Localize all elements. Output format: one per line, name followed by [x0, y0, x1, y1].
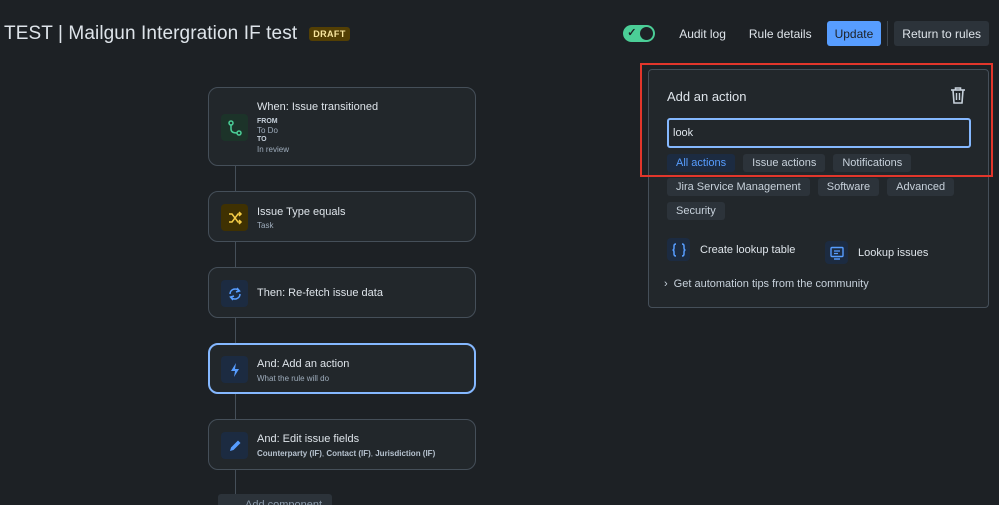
to-value: In review	[257, 145, 290, 154]
rule-enabled-toggle[interactable]: ✓	[623, 25, 656, 42]
highlight-annotation	[640, 63, 993, 177]
pencil-icon	[221, 432, 248, 459]
tips-label: Get automation tips from the community	[673, 278, 869, 290]
update-button[interactable]: Update	[826, 21, 882, 46]
status-badge: DRAFT	[309, 27, 350, 41]
braces-icon	[667, 238, 690, 261]
from-label: FROM	[257, 118, 278, 125]
title-row: TEST | Mailgun Intergration IF test DRAF…	[4, 22, 350, 46]
field-name: Contact (IF)	[326, 449, 371, 458]
flow-connector	[235, 318, 236, 343]
screen-search-icon	[825, 241, 848, 264]
lightning-icon	[221, 356, 248, 383]
category-chip-jira-service-management[interactable]: Jira Service Management	[667, 178, 810, 196]
flow-connector	[235, 394, 236, 419]
node-subtitle: What the rule will do	[257, 374, 330, 383]
branch-icon	[221, 114, 248, 141]
refresh-icon	[221, 280, 248, 307]
to-label: TO	[257, 136, 267, 143]
header-divider	[887, 21, 889, 46]
action-node-edit-fields[interactable]: And: Edit issue fields Counterparty (IF)…	[208, 419, 476, 470]
return-to-rules-button[interactable]: Return to rules	[894, 21, 989, 46]
node-fields: Counterparty (IF), Contact (IF), Jurisdi…	[257, 449, 436, 458]
from-value: To Do	[257, 126, 278, 135]
shuffle-icon	[221, 204, 248, 231]
toggle-knob	[640, 27, 654, 40]
header-actions: ✓ Audit log Rule details Update Return t…	[623, 21, 989, 46]
add-component-button[interactable]: Add component	[218, 494, 332, 505]
node-title: And: Add an action	[257, 358, 350, 370]
flow-connector	[235, 470, 236, 494]
flow-connector	[235, 242, 236, 267]
node-title: Then: Re-fetch issue data	[257, 287, 383, 299]
result-lookup-issues[interactable]: Lookup issues	[825, 241, 928, 264]
action-node-add-action[interactable]: And: Add an action What the rule will do	[208, 343, 476, 394]
field-name: Counterparty (IF)	[257, 449, 322, 458]
flow-connector	[235, 166, 236, 191]
check-icon: ✓	[627, 27, 637, 39]
category-chip-software[interactable]: Software	[817, 178, 880, 196]
node-subtitle: Task	[257, 221, 274, 230]
trigger-node[interactable]: When: Issue transitioned FROM To Do TO I…	[208, 87, 476, 166]
page-title: TEST | Mailgun Intergration IF test	[4, 23, 298, 44]
result-label: Create lookup table	[700, 243, 796, 256]
node-title: And: Edit issue fields	[257, 433, 360, 445]
action-node-refetch[interactable]: Then: Re-fetch issue data	[208, 267, 476, 318]
result-label: Lookup issues	[858, 246, 929, 259]
result-create-lookup-table[interactable]: Create lookup table	[667, 238, 795, 261]
field-name: Jurisdiction (IF)	[375, 449, 436, 458]
condition-node[interactable]: Issue Type equals Task	[208, 191, 476, 242]
automation-tips-toggle[interactable]: › Get automation tips from the community	[664, 278, 869, 290]
node-title: Issue Type equals	[257, 206, 346, 218]
rule-details-button[interactable]: Rule details	[741, 21, 820, 46]
category-chip-security[interactable]: Security	[667, 202, 725, 220]
category-chip-advanced[interactable]: Advanced	[887, 178, 955, 196]
node-title: When: Issue transitioned	[257, 101, 379, 113]
audit-log-button[interactable]: Audit log	[671, 21, 734, 46]
chevron-right-icon: ›	[664, 278, 668, 290]
